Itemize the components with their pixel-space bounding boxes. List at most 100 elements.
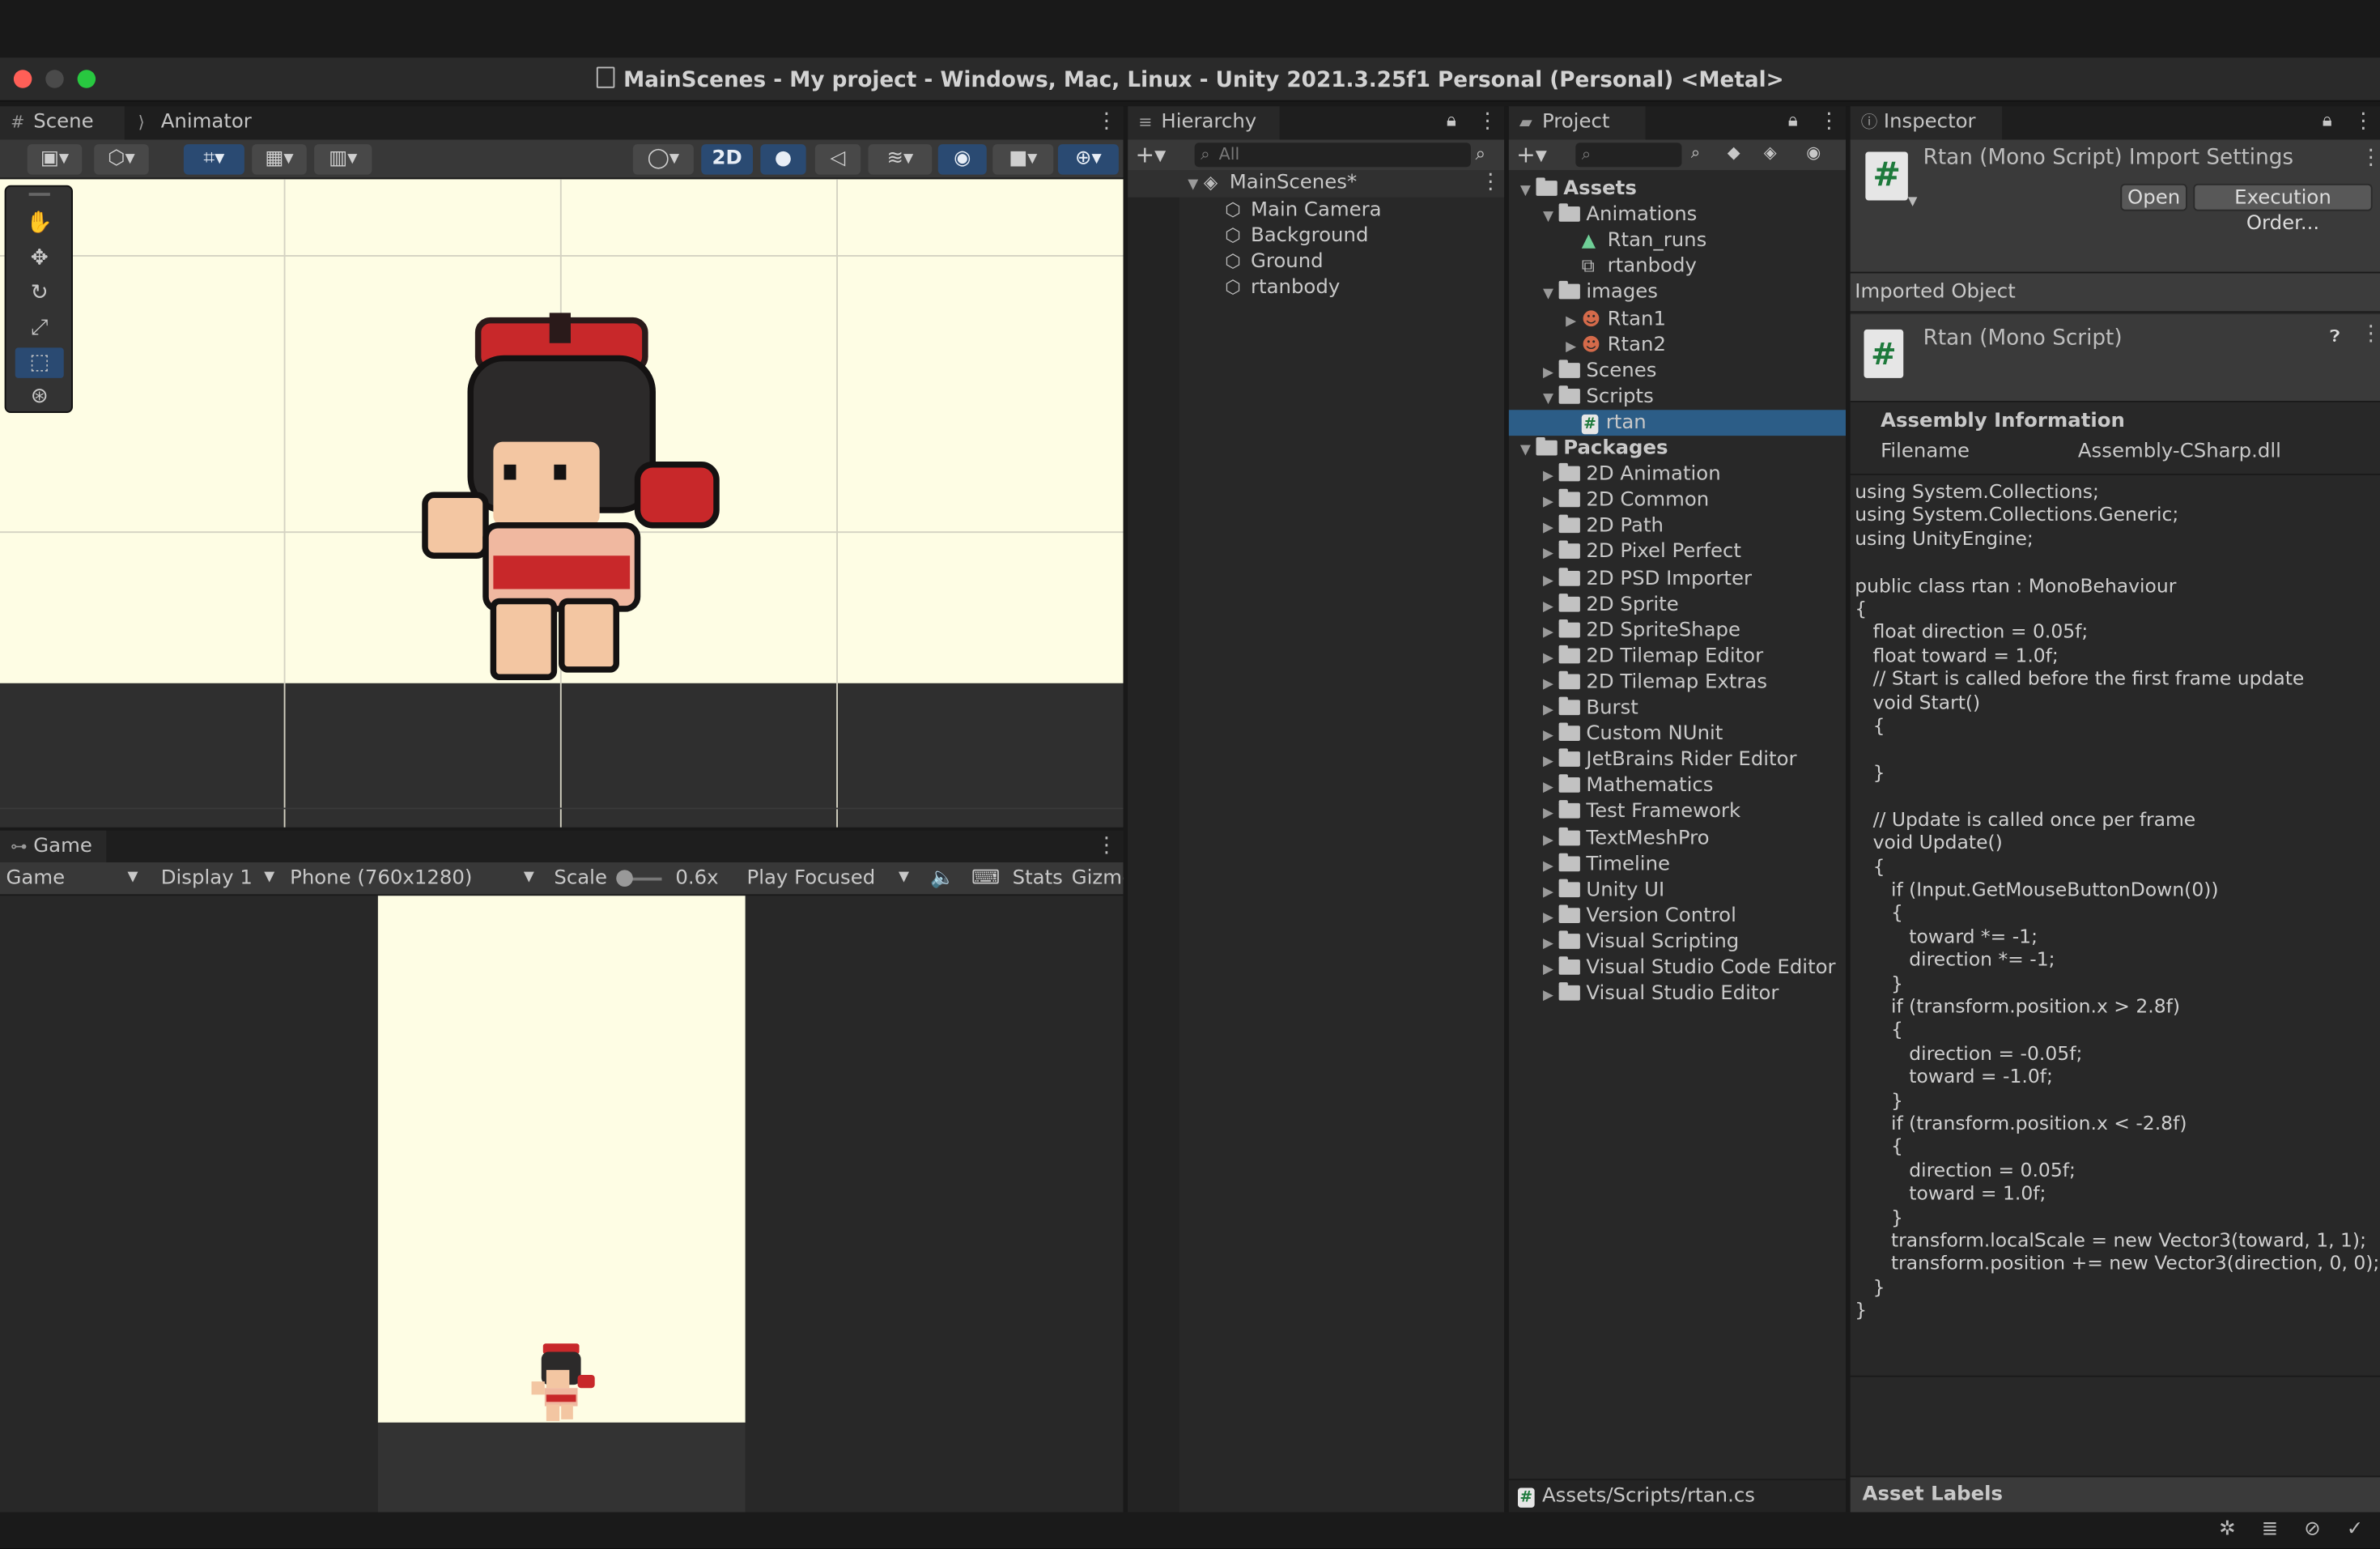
tab-animator[interactable]: ⟩ Animator (128, 106, 265, 139)
lock-icon[interactable]: 🔒︎ (1447, 109, 1456, 132)
scale-tool-icon[interactable]: ⤢ (15, 313, 64, 343)
project-tree-item[interactable]: ▶ 2D SpriteShape (1509, 618, 1846, 644)
gizmos-button[interactable]: Gizmo (1072, 862, 1124, 894)
project-tree-item[interactable]: ▼ Animations (1509, 202, 1846, 228)
lock-icon[interactable]: 🔒︎ (1788, 109, 1798, 132)
hierarchy-item-main-camera[interactable]: ⬡ Main Camera (1225, 198, 1381, 223)
game-view-select[interactable]: Game ▼ (6, 862, 143, 894)
collapse-arrow-icon[interactable]: ▶ (1537, 854, 1558, 880)
collapse-arrow-icon[interactable]: ▶ (1537, 620, 1558, 646)
tab-project[interactable]: ▰ Project (1508, 106, 1646, 140)
snap-toggle[interactable]: ⌗▾ (183, 144, 244, 175)
camera-dropdown[interactable]: ■▾ (992, 144, 1054, 175)
collapse-arrow-icon[interactable]: ▶ (1537, 802, 1558, 828)
project-tree-item[interactable]: ▶ 2D Sprite (1509, 591, 1846, 617)
panel-splitter[interactable] (1846, 106, 1851, 1513)
scene-more-icon[interactable]: ⋮ (1096, 106, 1117, 137)
effects-dropdown[interactable]: ≋▾ (868, 144, 933, 175)
move-tool-icon[interactable]: ✥ (15, 243, 64, 274)
filter-type-icon[interactable]: ◆ (1728, 143, 1740, 162)
display-select[interactable]: Display 1 ▼ (161, 862, 283, 894)
game-more-icon[interactable]: ⋮ (1096, 831, 1117, 862)
audio-toggle-icon[interactable]: ◁ (814, 144, 861, 175)
increment-snap-dropdown[interactable]: ▥▾ (314, 144, 372, 175)
mute-audio-icon[interactable]: 🔈 (930, 862, 954, 894)
project-tree-item[interactable]: ▼ Scripts (1509, 384, 1846, 410)
expand-arrow-icon[interactable]: ▼ (1183, 173, 1204, 199)
lock-icon[interactable]: 🔒︎ (2323, 109, 2332, 132)
hidden-packages-icon[interactable]: ◉ (1806, 143, 1821, 162)
project-tree-item[interactable]: ▲ Rtan_runs (1509, 228, 1846, 254)
project-tree-item[interactable]: ▶ Version Control (1509, 903, 1846, 929)
expand-arrow-icon[interactable]: ▼ (1537, 205, 1558, 231)
game-viewport[interactable] (0, 896, 1124, 1513)
collapse-arrow-icon[interactable]: ▶ (1561, 335, 1582, 361)
scene-viewport[interactable] (0, 179, 1124, 828)
collapse-arrow-icon[interactable]: ▶ (1537, 880, 1558, 906)
project-tree-item[interactable]: ▶ Mathematics (1509, 773, 1846, 799)
gizmos-dropdown[interactable]: ⊕▾ (1057, 144, 1119, 175)
collapse-arrow-icon[interactable]: ▶ (1537, 465, 1558, 491)
tab-game[interactable]: ⊶ Game (0, 830, 107, 864)
check-icon[interactable]: ✓ (2347, 1518, 2363, 1541)
project-tree-item[interactable]: ▶ Test Framework (1509, 799, 1846, 825)
rotate-tool-icon[interactable]: ↻ (15, 278, 64, 309)
project-tree-item[interactable]: ▶ Visual Studio Editor (1509, 981, 1846, 1006)
search-by-type-icon[interactable]: ⌕ (1691, 143, 1701, 164)
panel-splitter[interactable] (0, 827, 1124, 831)
tool-strip-grip[interactable] (28, 193, 50, 196)
project-tree-item[interactable]: ▶ Visual Scripting (1509, 929, 1846, 955)
project-search-input[interactable]: ⌕ (1575, 143, 1682, 168)
rtan-character-sprite[interactable] (410, 313, 732, 692)
project-tree-item[interactable]: ▶ ☻ Rtan2 (1509, 332, 1846, 358)
transform-tool-icon[interactable]: ⊛ (15, 381, 64, 412)
tab-inspector[interactable]: ⓘ Inspector (1850, 106, 2003, 140)
open-button[interactable]: Open (2120, 183, 2187, 211)
expand-arrow-icon[interactable]: ▼ (1537, 283, 1558, 309)
label-filter-icon[interactable]: ◈ (1764, 143, 1777, 162)
expand-arrow-icon[interactable]: ▼ (1515, 179, 1536, 205)
execution-order-button[interactable]: Execution Order... (2193, 183, 2373, 236)
cache-server-icon[interactable]: ≣ (2262, 1518, 2278, 1541)
project-tree-item[interactable]: ▶ TextMeshPro (1509, 825, 1846, 851)
collapse-arrow-icon[interactable]: ▶ (1537, 543, 1558, 568)
project-tree-item[interactable]: ▶ Visual Studio Code Editor (1509, 955, 1846, 981)
project-tree-item[interactable]: ▶ Custom NUnit (1509, 721, 1846, 747)
hierarchy-search-input[interactable]: ⌕ All (1194, 143, 1471, 168)
project-tree-item[interactable]: ▶ ☻ Rtan1 (1509, 306, 1846, 332)
tab-scene[interactable]: # Scene (0, 106, 125, 140)
project-tree-item[interactable]: ▼ images (1509, 280, 1846, 306)
collapse-arrow-icon[interactable]: ▶ (1537, 906, 1558, 932)
render-mode-dropdown[interactable]: ⬡▾ (94, 144, 149, 175)
collapse-arrow-icon[interactable]: ▶ (1537, 932, 1558, 958)
auto-generate-lighting-icon[interactable]: ⊘ (2304, 1518, 2320, 1541)
project-tree-item[interactable]: ⧉ rtanbody (1509, 254, 1846, 280)
project-tree-item[interactable]: ▼ Assets (1509, 177, 1846, 202)
grid-snap-dropdown[interactable]: ▦▾ (252, 144, 307, 175)
project-tree-item[interactable]: ▶ Scenes (1509, 358, 1846, 384)
hand-tool-icon[interactable]: ✋ (15, 208, 64, 239)
hierarchy-more-icon[interactable]: ⋮ (1477, 106, 1498, 137)
hierarchy-item-ground[interactable]: ⬡ Ground (1225, 249, 1324, 275)
resolution-select[interactable]: Phone (760x1280) ▼ (290, 862, 542, 894)
collapse-arrow-icon[interactable]: ▶ (1537, 568, 1558, 594)
project-tree-item[interactable]: ▼ Packages (1509, 436, 1846, 462)
project-tree-item[interactable]: # rtan (1508, 410, 1846, 436)
project-tree-item[interactable]: ▶ 2D Common (1509, 487, 1846, 513)
collapse-arrow-icon[interactable]: ▶ (1537, 699, 1558, 725)
hierarchy-item-rtanbody[interactable]: ⬡ rtanbody (1225, 274, 1340, 300)
rect-tool-icon[interactable]: ⬚ (15, 347, 64, 378)
help-icon[interactable]: ❓︎ (2330, 326, 2340, 347)
expand-arrow-icon[interactable]: ▼ (1515, 439, 1536, 465)
hierarchy-item-background[interactable]: ⬡ Background (1225, 223, 1368, 249)
play-mode-select[interactable]: Play Focused ▼ (747, 862, 917, 894)
shading-dropdown[interactable]: ◯▾ (632, 144, 694, 175)
collapse-arrow-icon[interactable]: ▶ (1561, 309, 1582, 335)
bug-icon[interactable]: ✲ (2219, 1518, 2235, 1541)
create-asset-button[interactable]: +▾ (1516, 140, 1547, 171)
collapse-arrow-icon[interactable]: ▶ (1537, 646, 1558, 672)
lighting-toggle-icon[interactable]: ● (760, 144, 806, 175)
project-tree-item[interactable]: ▶ 2D PSD Importer (1509, 565, 1846, 591)
collapse-arrow-icon[interactable]: ▶ (1537, 777, 1558, 802)
add-object-button[interactable]: +▾ (1136, 140, 1167, 171)
